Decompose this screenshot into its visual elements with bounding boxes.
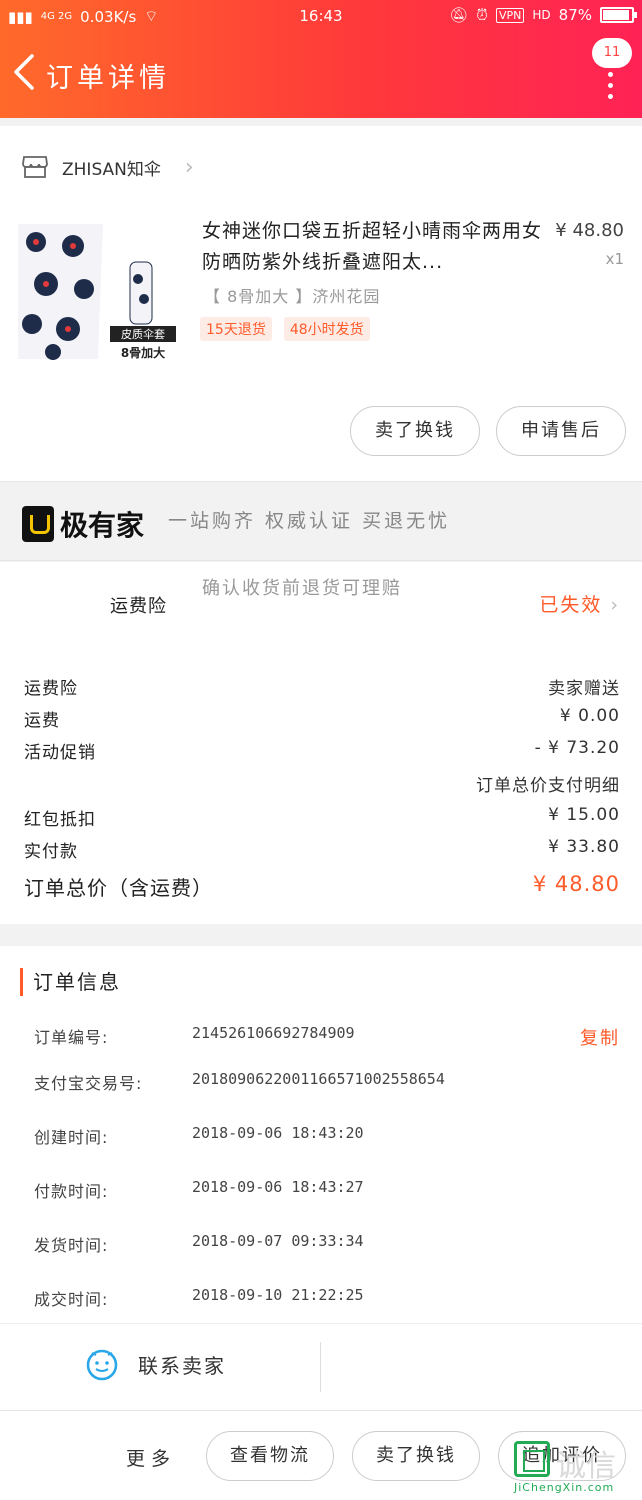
insurance-description: 确认收货前退货可理赔 — [202, 578, 402, 599]
product-price: ¥ 48.80 — [555, 220, 624, 241]
info-value: 214526106692784909 — [192, 1024, 355, 1042]
alarm-icon: ⏰︎ — [476, 6, 488, 24]
price-row-insurance: 运费险 卖家赠送 — [24, 674, 620, 704]
payment-details-link[interactable]: 订单总价支付明细 — [24, 771, 620, 801]
contact-seller-label: 联系卖家 — [138, 1353, 226, 1378]
info-row-paid: 付款时间: 2018-09-06 18:43:27 — [34, 1178, 620, 1206]
price-label: 活动促销 — [24, 743, 96, 763]
divider — [320, 1342, 321, 1392]
product-image[interactable]: 皮质伞套 8骨加大 — [18, 224, 178, 364]
insurance-label: 运费险 — [110, 596, 167, 617]
price-row-paid: 实付款 ¥ 33.80 — [24, 837, 620, 867]
product-card: ZHISAN知伞 › 皮质伞套 8骨加大 女神迷你口袋五折超轻小晴雨伞两用女防晒… — [0, 126, 642, 481]
price-row-promotion: 活动促销 - ¥ 73.20 — [24, 738, 620, 768]
order-info: 订单信息 订单编号: 214526106692784909 复制 支付宝交易号:… — [0, 946, 642, 1410]
info-value: 2018-09-06 18:43:27 — [192, 1178, 364, 1196]
price-value: ¥ 15.00 — [548, 805, 620, 825]
chevron-right-icon: › — [184, 154, 194, 180]
product-sku: 【 8骨加大 】济州花园 — [204, 287, 381, 306]
jiyoujia-mark-icon — [22, 506, 54, 542]
info-key: 订单编号: — [34, 1028, 109, 1047]
page-title: 订单详情 — [46, 63, 170, 94]
price-value: 卖家赠送 — [548, 679, 620, 699]
view-logistics-button[interactable]: 查看物流 — [206, 1431, 334, 1481]
umbrella-image: 皮质伞套 8骨加大 — [18, 224, 176, 360]
price-label: 实付款 — [24, 842, 78, 862]
jiyoujia-logo: 极有家 — [22, 504, 144, 544]
info-key: 付款时间: — [34, 1182, 109, 1201]
chat-face-icon — [86, 1349, 118, 1381]
clock: 16:43 — [299, 7, 343, 25]
watermark-text: 诚信 — [556, 1449, 616, 1484]
price-row-total: 订单总价（含运费） ¥ 48.80 — [24, 872, 620, 906]
store-name: ZHISAN知伞 — [62, 159, 161, 180]
sell-button[interactable]: 卖了换钱 — [350, 406, 480, 456]
battery-percent: 87% — [558, 6, 592, 24]
contact-row: 联系卖家 — [0, 1323, 642, 1408]
info-key: 发货时间: — [34, 1236, 109, 1255]
watermark-logo-icon — [514, 1441, 550, 1477]
info-row-shipped: 发货时间: 2018-09-07 09:33:34 — [34, 1232, 620, 1260]
info-value: 2018-09-07 09:33:34 — [192, 1232, 364, 1250]
info-key: 成交时间: — [34, 1290, 109, 1309]
info-row-order-number: 订单编号: 214526106692784909 复制 — [34, 1024, 620, 1052]
price-value: ¥ 33.80 — [548, 837, 620, 857]
image-caption-bottom: 8骨加大 — [121, 345, 165, 360]
after-sale-button[interactable]: 申请售后 — [496, 406, 626, 456]
price-row-coupon: 红包抵扣 ¥ 15.00 — [24, 805, 620, 835]
total-value: ¥ 48.80 — [532, 872, 620, 896]
copy-button[interactable]: 复制 — [580, 1024, 620, 1050]
status-bar: ▮▮▮ 4G 2G 0.03K/s ⌔ 16:43 🔕︎ ⏰︎ VPN HD 8… — [0, 0, 642, 34]
sell-button-bottom[interactable]: 卖了换钱 — [352, 1431, 480, 1481]
info-value: 2018-09-10 21:22:25 — [192, 1286, 364, 1304]
jiyoujia-slogan: 一站购齐 权威认证 买退无忧 — [168, 510, 451, 532]
payment-details-text: 订单总价支付明细 — [476, 776, 620, 796]
more-dots-icon — [608, 72, 614, 105]
insurance-status[interactable]: 已失效 › — [539, 590, 620, 617]
battery-fill — [603, 10, 630, 20]
bottom-action-bar: 更多 查看物流 卖了换钱 追加评价 诚信 JiChengXin.com — [0, 1410, 642, 1500]
store-icon — [22, 156, 48, 178]
price-label: 运费 — [24, 711, 60, 731]
info-row-completed: 成交时间: 2018-09-10 21:22:25 — [34, 1286, 620, 1314]
more-button[interactable]: 更多 — [126, 1444, 176, 1471]
store-link[interactable]: ZHISAN知伞 › — [22, 152, 194, 182]
price-row-shipping: 运费 ¥ 0.00 — [24, 706, 620, 736]
price-label: 运费险 — [24, 679, 78, 699]
price-value: - ¥ 73.20 — [534, 738, 620, 758]
more-menu-button[interactable]: 11 — [592, 38, 632, 102]
product-title[interactable]: 女神迷你口袋五折超轻小晴雨伞两用女防晒防紫外线折叠遮阳太... — [202, 216, 544, 278]
info-key: 创建时间: — [34, 1128, 109, 1147]
insurance-status-text: 已失效 — [539, 594, 603, 616]
total-label: 订单总价（含运费） — [24, 876, 213, 900]
price-details: 运费险 确认收货前退货可理赔 已失效 › 运费险 卖家赠送 运费 ¥ 0.00 … — [0, 562, 642, 924]
info-row-created: 创建时间: 2018-09-06 18:43:20 — [34, 1124, 620, 1152]
info-row-alipay-number: 支付宝交易号: 2018090622001166571002558654 — [34, 1070, 620, 1098]
chevron-right-icon: › — [610, 594, 620, 616]
hd-call-icon: HD — [532, 8, 551, 22]
info-value: 2018090622001166571002558654 — [192, 1070, 445, 1088]
info-value: 2018-09-06 18:43:20 — [192, 1124, 364, 1142]
vpn-badge: VPN — [496, 7, 525, 23]
tag-shipping: 48小时发货 — [283, 317, 370, 341]
product-quantity: x1 — [605, 250, 624, 268]
jiyoujia-banner[interactable]: 极有家 一站购齐 权威认证 买退无忧 — [0, 481, 642, 561]
watermark: 诚信 JiChengXin.com — [514, 1441, 634, 1497]
back-arrow-icon[interactable] — [10, 52, 40, 92]
app-header: ▮▮▮ 4G 2G 0.03K/s ⌔ 16:43 🔕︎ ⏰︎ VPN HD 8… — [0, 0, 642, 118]
price-label: 红包抵扣 — [24, 810, 96, 830]
service-tags: 15天退货 48小时发货 — [200, 317, 370, 341]
tag-return: 15天退货 — [200, 317, 272, 341]
image-caption-top: 皮质伞套 — [121, 327, 165, 341]
nav-bar: 订单详情 11 — [0, 34, 642, 118]
order-info-heading: 订单信息 — [20, 968, 121, 996]
info-key: 支付宝交易号: — [34, 1074, 143, 1093]
bell-off-icon: 🔕︎ — [449, 6, 469, 24]
price-value: ¥ 0.00 — [559, 706, 620, 726]
battery-icon — [600, 7, 637, 23]
watermark-url: JiChengXin.com — [514, 1481, 615, 1494]
contact-seller-button[interactable]: 联系卖家 — [84, 1346, 226, 1382]
message-badge: 11 — [592, 38, 632, 68]
jiyoujia-brand: 极有家 — [60, 509, 145, 542]
